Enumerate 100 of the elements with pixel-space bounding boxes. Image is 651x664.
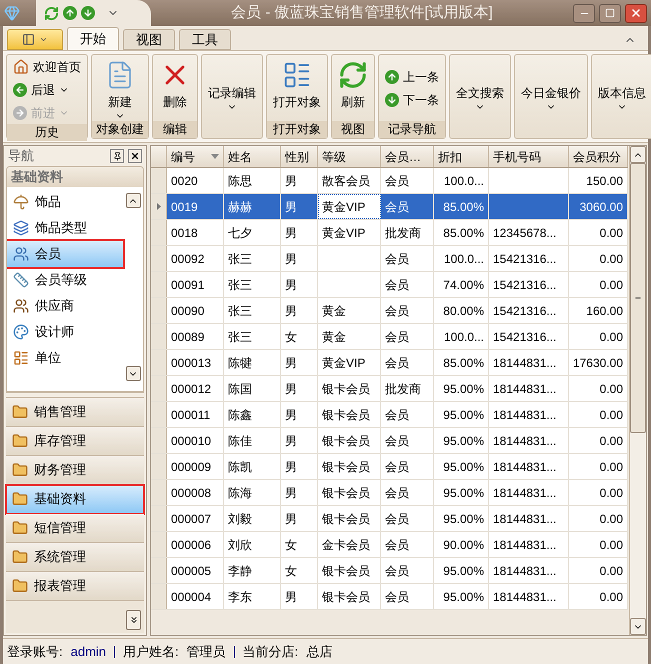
table-cell: 000005 — [167, 558, 224, 583]
maximize-button[interactable] — [599, 4, 621, 22]
table-cell: 李东 — [224, 584, 281, 609]
row-header[interactable] — [151, 558, 167, 583]
column-header[interactable]: 手机号码 — [489, 146, 569, 167]
column-header[interactable]: 折扣 — [434, 146, 489, 167]
pin-button[interactable] — [110, 149, 124, 163]
table-cell: 12345678... — [489, 220, 569, 245]
ribbon-large-button[interactable]: 记录编辑 — [204, 55, 260, 138]
ribbon-large-button[interactable]: 打开对象 — [269, 55, 325, 121]
nav-item[interactable]: 饰品 — [7, 189, 123, 215]
close-button[interactable] — [625, 4, 647, 22]
row-header[interactable] — [151, 532, 167, 557]
users-icon — [13, 246, 29, 262]
table-cell: 0.00 — [569, 480, 628, 505]
table-cell: 女 — [281, 324, 318, 349]
column-header[interactable]: 等级 — [318, 146, 381, 167]
ribbon-large-button[interactable]: 全文搜索 — [452, 55, 508, 138]
table-cell: 女 — [281, 532, 318, 557]
table-cell: 18144831... — [489, 428, 569, 453]
nav-item[interactable]: 会员等级 — [7, 267, 123, 293]
table-cell: 张三 — [224, 246, 281, 271]
table-cell: 80.00% — [434, 298, 489, 323]
nav-item[interactable]: 会员 — [7, 241, 123, 267]
more-button[interactable] — [126, 610, 141, 630]
table-cell: 会员 — [381, 454, 434, 479]
scroll-up-button[interactable] — [126, 193, 140, 208]
table-cell: 85.00% — [434, 194, 489, 219]
ribbon-tab[interactable]: 工具 — [179, 29, 231, 50]
nav-group-button[interactable]: 报表管理 — [6, 572, 144, 601]
vertical-scrollbar[interactable] — [629, 146, 646, 635]
row-header[interactable] — [151, 246, 167, 271]
ribbon-large-button[interactable]: 刷新 — [334, 55, 372, 121]
row-header[interactable] — [151, 220, 167, 245]
refresh-icon[interactable] — [44, 6, 59, 20]
app-menu-button[interactable] — [7, 29, 63, 50]
table-cell: 95.00% — [434, 428, 489, 453]
column-header[interactable]: 性别 — [281, 146, 318, 167]
ribbon-large-button[interactable]: 今日金银价 — [517, 55, 585, 138]
table-cell: 95.00% — [434, 402, 489, 427]
row-header[interactable] — [151, 272, 167, 297]
row-header[interactable] — [151, 454, 167, 479]
row-header[interactable] — [151, 506, 167, 531]
table-cell: 74.00% — [434, 272, 489, 297]
current-row-icon — [156, 203, 160, 210]
ribbon-small-button[interactable]: 上一条 — [381, 65, 443, 88]
table-cell: 陈国 — [224, 376, 281, 401]
row-header[interactable] — [151, 376, 167, 401]
table-cell: 七夕 — [224, 220, 281, 245]
ribbon-large-button[interactable]: 删除 — [155, 55, 195, 121]
home-icon — [13, 58, 29, 74]
nav-item[interactable]: 设计师 — [7, 319, 123, 345]
folder-icon — [12, 433, 28, 449]
column-header[interactable]: 姓名 — [224, 146, 281, 167]
ribbon-tab[interactable]: 开始 — [67, 27, 119, 50]
row-header[interactable] — [151, 584, 167, 609]
row-header[interactable] — [151, 480, 167, 505]
ribbon-small-button[interactable]: 欢迎首页 — [9, 55, 85, 78]
nav-group-button[interactable]: 短信管理 — [6, 514, 144, 543]
table-cell: 0018 — [167, 220, 224, 245]
refresh-icon — [338, 60, 368, 90]
nav-group-button[interactable]: 库存管理 — [6, 427, 144, 456]
double-chevron-icon — [128, 615, 138, 625]
nav-group-button[interactable]: 系统管理 — [6, 543, 144, 572]
table-cell: 张三 — [224, 298, 281, 323]
column-header[interactable]: 会员… — [381, 146, 434, 167]
column-header[interactable]: 会员积分 — [569, 146, 628, 167]
panel-icon — [22, 33, 35, 46]
nav-item[interactable]: 单位 — [7, 345, 123, 371]
row-header[interactable] — [151, 194, 167, 219]
column-header[interactable]: 编号 — [167, 146, 224, 167]
table-cell: 18144831... — [489, 506, 569, 531]
row-header[interactable] — [151, 324, 167, 349]
folder-icon — [12, 462, 28, 478]
ribbon-small-button[interactable]: 下一条 — [381, 88, 443, 111]
ribbon-tab[interactable]: 视图 — [123, 29, 175, 50]
row-header[interactable] — [151, 350, 167, 375]
table-cell: 李静 — [224, 558, 281, 583]
nav-group-button[interactable]: 基础资料 — [6, 485, 144, 514]
row-header[interactable] — [151, 428, 167, 453]
close-button[interactable] — [128, 149, 142, 163]
row-header[interactable] — [151, 168, 167, 193]
row-header[interactable] — [151, 298, 167, 323]
ribbon-small-button[interactable]: 后退 — [9, 78, 85, 101]
table-cell: 银卡会员 — [318, 376, 381, 401]
group-caption: 打开对象 — [267, 121, 327, 138]
table-cell: 银卡会员 — [318, 454, 381, 479]
ribbon-large-button[interactable]: 新建 — [101, 55, 139, 121]
nav-group-button[interactable]: 销售管理 — [6, 398, 144, 427]
row-header[interactable] — [151, 402, 167, 427]
table-cell: 批发商 — [381, 220, 434, 245]
table-cell: 90.00% — [434, 532, 489, 557]
nav-item[interactable]: 饰品类型 — [7, 215, 123, 241]
group-caption: 视图 — [332, 121, 374, 138]
table-cell: 男 — [281, 480, 318, 505]
scroll-down-button[interactable] — [126, 366, 140, 381]
nav-group-button[interactable]: 财务管理 — [6, 456, 144, 485]
table-cell: 男 — [281, 246, 318, 271]
nav-item[interactable]: 供应商 — [7, 293, 123, 319]
ribbon-large-button[interactable]: 版本信息 — [594, 55, 650, 138]
